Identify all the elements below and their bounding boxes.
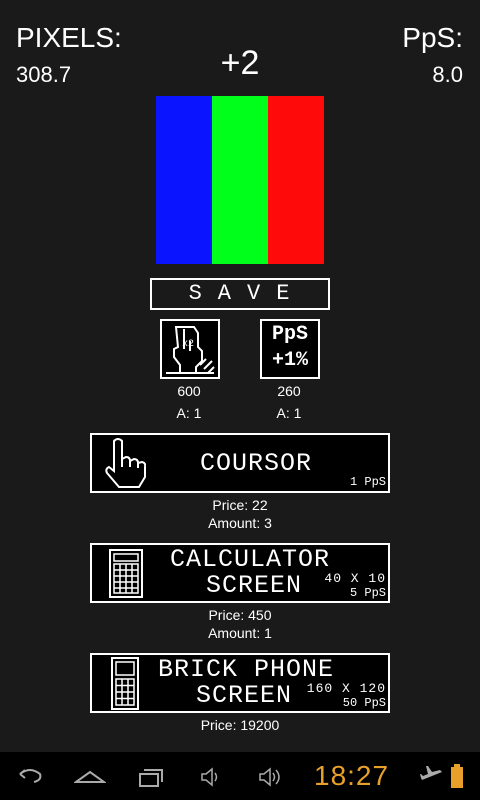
system-nav-bar: 18:27 [0,752,480,800]
upgrade-click-price: 600 [177,383,201,399]
airplane-icon [420,766,442,780]
pps-percent-line2: +1% [271,349,308,372]
calculator-amount: Amount: 1 [208,625,272,641]
pps-label: PpS: [402,22,463,53]
upgrade-pps-price: 260 [277,383,301,399]
volume-down-icon[interactable] [200,760,224,792]
calculator-price: Price: 450 [208,607,272,623]
shop-item-coursor[interactable]: COURSOR 1 PpS [90,433,390,493]
coursor-name: COURSOR [200,449,313,478]
status-clock: 18:27 [314,760,390,791]
brick-phone-resolution: 160 X 120 [306,681,386,696]
back-icon[interactable] [16,760,44,792]
green-subpixel [212,96,268,264]
calculator-icon [109,549,143,598]
home-icon[interactable] [74,760,106,792]
upgrade-double-click-button[interactable]: x2 [160,319,220,379]
brick-phone-icon [111,657,139,710]
calculator-resolution: 40 X 10 [324,571,386,586]
brick-phone-name-line2: SCREEN [196,681,293,710]
save-button[interactable]: SAVE [150,278,330,310]
rgb-pixel-button[interactable] [156,96,324,264]
calculator-name-line2: SCREEN [206,571,303,600]
brick-phone-price: Price: 19200 [200,717,280,733]
shop-item-brick-phone-screen[interactable]: BRICK PHONE SCREEN 160 X 120 50 PpS [90,653,390,713]
calculator-pps: 5 PpS [349,586,386,600]
upgrade-pps-amount: A: 1 [276,405,302,421]
x2-badge: x2 [182,339,194,350]
coursor-amount: Amount: 3 [208,515,272,531]
double-click-hand-icon: x2 [166,326,215,374]
upgrade-click-amount: A: 1 [176,405,202,421]
brick-phone-pps: 50 PpS [342,696,386,710]
coursor-price: Price: 22 [212,497,268,513]
blue-subpixel [156,96,212,264]
shop-item-calculator-screen[interactable]: CALCULATOR SCREEN 40 X 10 5 PpS [90,543,390,603]
cursor-hand-icon [105,438,146,488]
upgrade-pps-percent-button[interactable]: PpS +1% [260,319,320,379]
pps-value: 8.0 [432,62,463,87]
red-subpixel [268,96,324,264]
recent-apps-icon[interactable] [136,760,164,792]
calculator-name-line1: CALCULATOR [170,545,331,574]
volume-up-icon[interactable] [258,760,284,792]
brick-phone-name-line1: BRICK PHONE [158,655,335,684]
pps-percent-line1: PpS [271,323,308,346]
coursor-pps: 1 PpS [349,475,386,489]
battery-icon [451,764,463,788]
